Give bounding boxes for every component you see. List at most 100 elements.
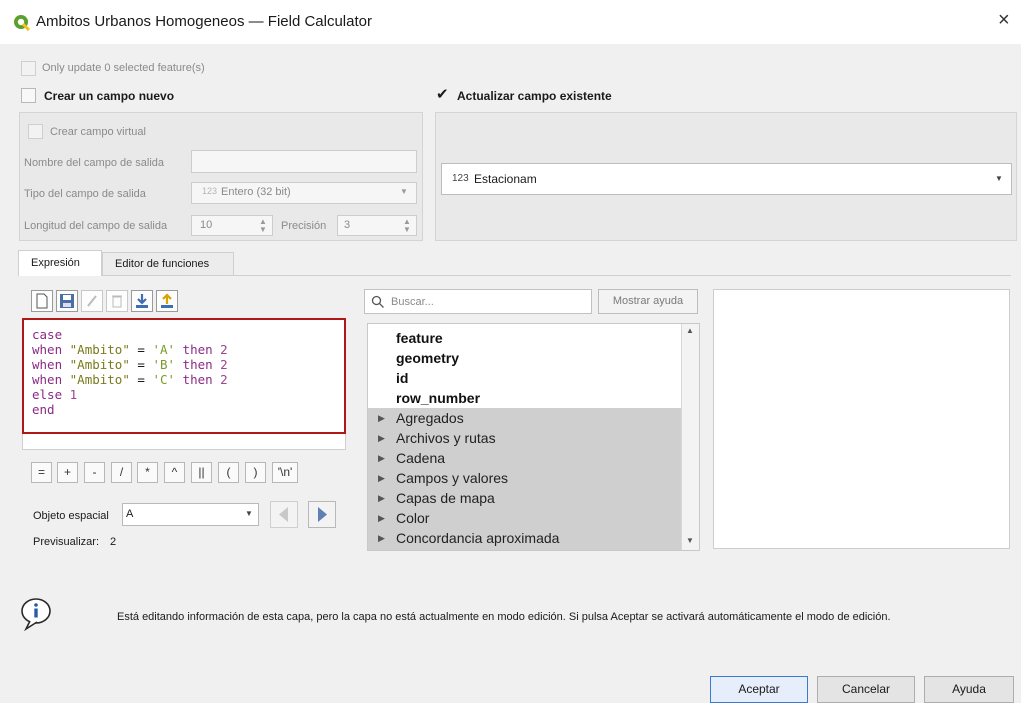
precision-spinbox[interactable]: 3 ▲ ▼ (337, 215, 417, 236)
tab-expression[interactable]: Expresión (18, 250, 102, 276)
search-placeholder: Buscar... (391, 296, 434, 308)
chevron-down-icon: ▼ (995, 174, 1003, 183)
function-item[interactable]: feature (368, 328, 443, 348)
function-group[interactable]: ▶ Capas de mapa (368, 488, 682, 508)
code-token: = (129, 372, 153, 387)
expand-arrow-icon[interactable]: ▶ (378, 488, 385, 508)
feature-value: A (126, 508, 134, 520)
operator-button[interactable]: ^ (164, 462, 185, 483)
code-token: end (32, 402, 55, 417)
operator-button[interactable]: * (137, 462, 158, 483)
delete-icon[interactable] (106, 290, 128, 312)
spin-arrows-icon[interactable]: ▲ ▼ (403, 218, 411, 234)
code-token: = (129, 357, 153, 372)
operator-button[interactable]: / (111, 462, 132, 483)
expression-editor[interactable]: case when "Ambito" = 'A' then 2 when "Ambi… (22, 318, 346, 434)
code-line: when "Ambito" = 'B' then 2 (32, 357, 228, 372)
expand-arrow-icon[interactable]: ▶ (378, 548, 385, 550)
expand-arrow-icon[interactable]: ▶ (378, 448, 385, 468)
import-icon[interactable] (131, 290, 153, 312)
code-token: else (32, 387, 70, 402)
code-token: 1 (69, 387, 78, 402)
preview-value: 2 (110, 536, 117, 548)
code-token: 2 (220, 342, 228, 357)
code-token: 2 (220, 372, 228, 387)
code-token: 'B' (152, 357, 176, 372)
function-group[interactable]: ▶ Cadena (368, 448, 682, 468)
info-icon (21, 598, 51, 631)
window-title: Ambitos Urbanos Homogeneos — Field Calcu… (36, 13, 372, 30)
preview-label: Previsualizar: (33, 536, 100, 548)
output-field-type-select[interactable]: 123 Entero (32 bit) ▼ (191, 182, 417, 204)
precision-value: 3 (344, 219, 351, 231)
operator-button[interactable]: - (84, 462, 105, 483)
code-line: when "Ambito" = 'C' then 2 (32, 372, 228, 387)
help-button[interactable]: Ayuda (924, 676, 1014, 703)
operator-button[interactable]: || (191, 462, 212, 483)
function-group[interactable]: ▶ Color (368, 508, 682, 528)
operator-button[interactable]: + (57, 462, 78, 483)
virtual-field-checkbox[interactable] (28, 124, 43, 139)
function-item[interactable]: geometry (368, 348, 459, 368)
output-field-type-label: Tipo del campo de salida (24, 188, 146, 200)
code-token: when (32, 372, 70, 387)
function-group-label: Capas de mapa (396, 490, 495, 506)
ok-button[interactable]: Aceptar (710, 676, 808, 703)
function-group-label: Archivos y rutas (396, 430, 496, 446)
previous-feature-button[interactable] (270, 501, 298, 528)
operator-button[interactable]: ) (245, 462, 266, 483)
function-group[interactable]: ▶ Condicionales (368, 548, 682, 551)
output-field-name-label: Nombre del campo de salida (24, 157, 165, 169)
help-panel (713, 289, 1010, 549)
scroll-down-icon[interactable]: ▼ (686, 536, 694, 545)
operator-button[interactable]: ( (218, 462, 239, 483)
function-group-label: Condicionales (396, 550, 484, 551)
show-help-button[interactable]: Mostrar ayuda (598, 289, 698, 314)
output-field-length-spinbox[interactable]: 10 ▲ ▼ (191, 215, 273, 236)
function-group[interactable]: ▶ Campos y valores (368, 468, 682, 488)
expand-arrow-icon[interactable]: ▶ (378, 508, 385, 528)
existing-field-select[interactable]: 123 Estacionam ▼ (441, 163, 1012, 195)
export-icon[interactable] (156, 290, 178, 312)
code-line: when "Ambito" = 'A' then 2 (32, 342, 228, 357)
operator-button[interactable]: = (31, 462, 52, 483)
function-group-label: Campos y valores (396, 470, 509, 486)
output-field-length-value: 10 (200, 219, 213, 231)
function-item[interactable]: row_number (368, 388, 480, 408)
scroll-up-icon[interactable]: ▲ (686, 326, 694, 335)
edit-icon[interactable] (81, 290, 103, 312)
chevron-down-icon: ▼ (245, 509, 253, 518)
integer-type-icon: 123 (202, 186, 218, 196)
update-field-check-icon[interactable]: ✔ (436, 85, 449, 103)
function-tree[interactable]: feature geometry id row_number ▶ Agregados ▶ Ar… (367, 323, 700, 551)
output-field-name-input[interactable] (191, 150, 417, 173)
only-update-selected-checkbox[interactable] (21, 61, 36, 76)
integer-type-icon: 123 (452, 173, 469, 184)
save-icon[interactable] (56, 290, 78, 312)
create-new-field-checkbox[interactable] (21, 88, 36, 103)
function-item[interactable]: id (368, 368, 408, 388)
search-input[interactable]: Buscar... (364, 289, 592, 314)
expand-arrow-icon[interactable]: ▶ (378, 428, 385, 448)
expand-arrow-icon[interactable]: ▶ (378, 468, 385, 488)
tab-function-editor[interactable]: Editor de funciones (102, 252, 234, 275)
code-token: "Ambito" (69, 357, 130, 372)
function-group-label: Color (396, 510, 430, 526)
expand-arrow-icon[interactable]: ▶ (378, 408, 385, 428)
feature-select[interactable]: A ▼ (122, 503, 259, 526)
spin-arrows-icon[interactable]: ▲ ▼ (259, 218, 267, 234)
function-group[interactable]: ▶ Agregados (368, 408, 682, 428)
close-icon[interactable]: × (998, 10, 1010, 30)
code-token: then (175, 342, 221, 357)
cancel-button[interactable]: Cancelar (817, 676, 915, 703)
function-group[interactable]: ▶ Archivos y rutas (368, 428, 682, 448)
create-new-field-label: Crear un campo nuevo (44, 89, 175, 103)
next-feature-button[interactable] (308, 501, 336, 528)
new-file-icon[interactable] (31, 290, 53, 312)
code-token: when (32, 357, 70, 372)
tree-scrollbar[interactable]: ▲ ▼ (681, 324, 699, 550)
operator-button[interactable]: '\n' (272, 462, 298, 483)
function-group-label: Agregados (396, 410, 464, 426)
expand-arrow-icon[interactable]: ▶ (378, 528, 385, 548)
function-group[interactable]: ▶ Concordancia aproximada (368, 528, 682, 548)
